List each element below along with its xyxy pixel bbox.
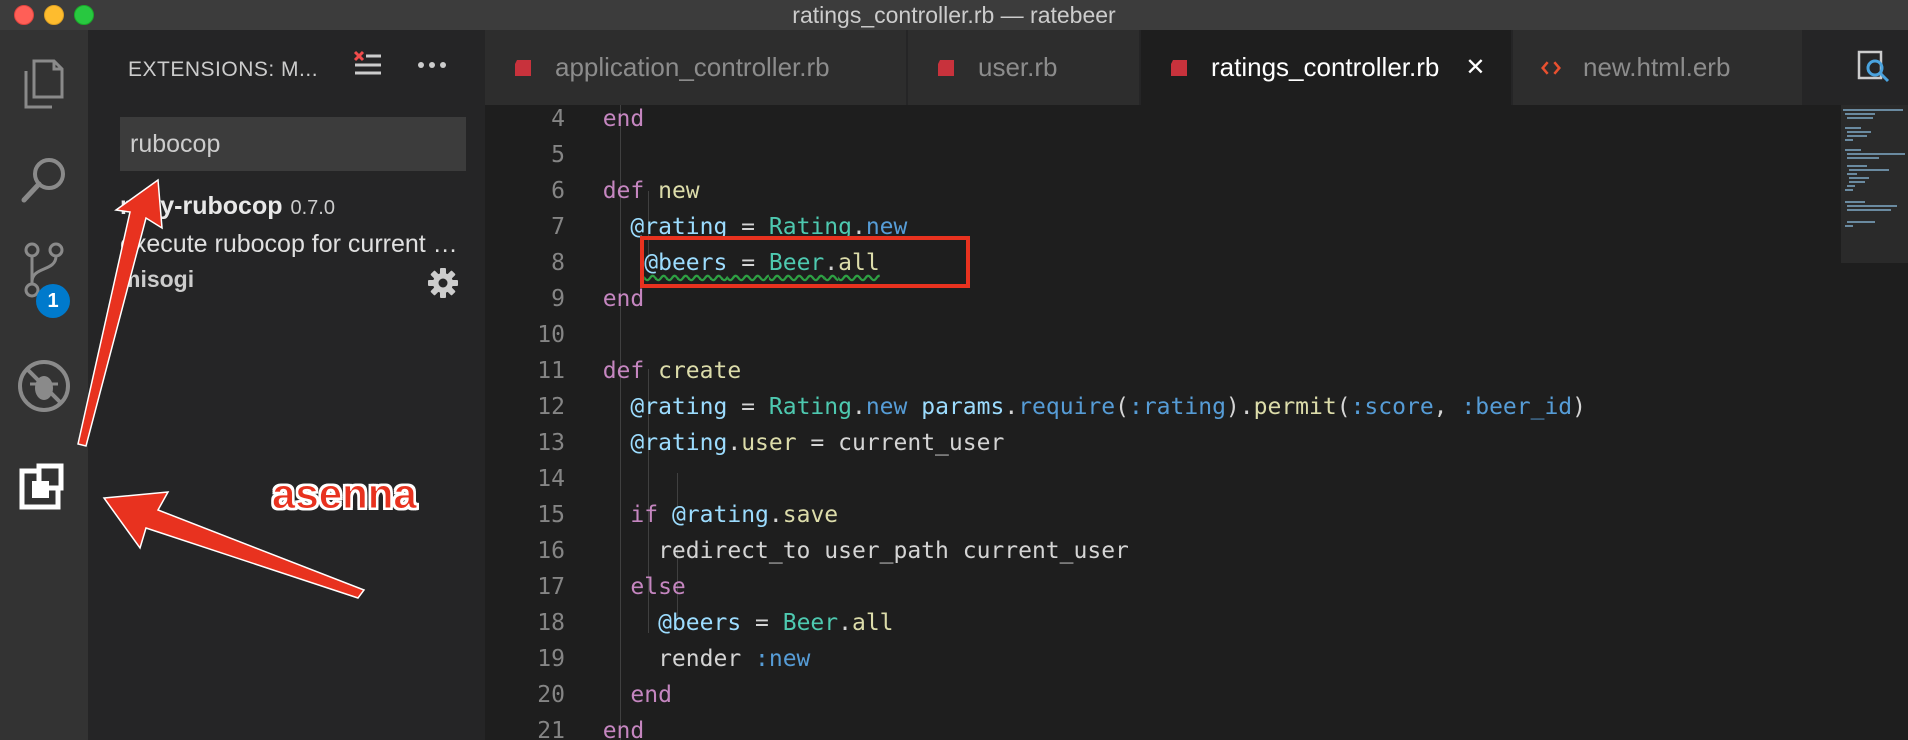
line-number: 11 (537, 358, 565, 384)
line-number: 15 (537, 502, 565, 528)
code-line: 20 end (485, 677, 1845, 713)
code-line: 21 end (485, 713, 1845, 740)
tab-label: ratings_controller.rb (1211, 52, 1440, 82)
code-line: 15 if @rating.save (485, 497, 1845, 533)
open-changes-icon[interactable] (1855, 48, 1891, 84)
ruby-file-icon (938, 59, 954, 76)
activity-bar: 1 (0, 30, 88, 740)
extension-author: misogi (120, 266, 195, 292)
code-line: 6 def new (485, 173, 1845, 209)
ruby-file-icon (1171, 59, 1187, 76)
source-control-badge: 1 (36, 284, 70, 318)
tab-label: new.html.erb (1583, 52, 1731, 82)
html-file-icon (1541, 60, 1561, 75)
code-line: 5 (485, 137, 1845, 173)
line-number: 14 (537, 466, 565, 492)
code-line: 12 @rating = Rating.new params.require(:… (485, 389, 1845, 425)
sidebar-title: EXTENSIONS: M... (128, 58, 319, 81)
line-number: 13 (537, 430, 565, 456)
line-number: 12 (537, 394, 565, 420)
code-editor[interactable]: 4 end 5 6 def new 7 @rating = Rating.new… (485, 105, 1908, 740)
sidebar-actions (353, 50, 447, 80)
annotation-label: asenna (272, 470, 418, 518)
highlight-box (640, 236, 970, 288)
line-number: 5 (551, 142, 565, 168)
close-tab-button[interactable]: ✕ (1465, 53, 1485, 82)
code-line: 11 def create (485, 353, 1845, 389)
extensions-sidebar: EXTENSIONS: M... rubocop ruby-rubocop 0.7… (88, 30, 485, 740)
extension-name: ruby-rubocop (120, 192, 283, 220)
line-number: 7 (551, 214, 565, 240)
extension-version: 0.7.0 (290, 197, 335, 219)
code-line: 14 (485, 461, 1845, 497)
line-number: 19 (537, 646, 565, 672)
line-number: 18 (537, 610, 565, 636)
editor-tab-bar: application_controller.rb user.rb rating… (485, 30, 1908, 105)
tab-application-controller[interactable]: application_controller.rb (485, 30, 907, 105)
extensions-button[interactable] (0, 448, 88, 528)
tab-label: user.rb (978, 52, 1058, 82)
explorer-button[interactable] (0, 44, 88, 124)
window-title: ratings_controller.rb — ratebeer (792, 2, 1116, 28)
extension-search-input[interactable]: rubocop (120, 117, 466, 171)
more-actions-icon[interactable] (417, 60, 447, 70)
line-number: 10 (537, 322, 565, 348)
line-number: 8 (551, 250, 565, 276)
search-button[interactable] (0, 140, 88, 220)
title-bar: ratings_controller.rb — ratebeer (0, 0, 1908, 30)
debug-icon (18, 360, 70, 412)
extensions-icon (19, 463, 64, 510)
line-number: 17 (537, 574, 565, 600)
line-number: 20 (537, 682, 565, 708)
clear-extensions-icon[interactable] (353, 50, 383, 80)
code-line: 19 render :new (485, 641, 1845, 677)
line-number: 4 (551, 106, 565, 132)
minimap[interactable] (1841, 105, 1908, 263)
code-line: 18 @beers = Beer.all (485, 605, 1845, 641)
tab-user[interactable]: user.rb (908, 30, 1140, 105)
tab-new-html-erb[interactable]: new.html.erb (1513, 30, 1803, 105)
extension-item[interactable]: ruby-rubocop 0.7.0 (120, 192, 335, 221)
extension-description: execute rubocop for current Ruby code. (120, 230, 470, 258)
code-line: 10 (485, 317, 1845, 353)
debug-button[interactable] (0, 346, 88, 426)
line-number: 21 (537, 718, 565, 740)
tab-label: application_controller.rb (555, 52, 830, 82)
ruby-file-icon (515, 59, 531, 76)
gear-icon[interactable] (428, 268, 458, 298)
search-icon (21, 158, 65, 203)
line-number: 9 (551, 286, 565, 312)
line-number: 16 (537, 538, 565, 564)
code-line: 16 redirect_to user_path current_user (485, 533, 1845, 569)
files-icon (24, 59, 64, 109)
code-line: 17 else (485, 569, 1845, 605)
source-control-button[interactable]: 1 (0, 230, 88, 318)
tab-ratings-controller[interactable]: ratings_controller.rb ✕ (1141, 30, 1512, 105)
code-line: 13 @rating.user = current_user (485, 425, 1845, 461)
line-number: 6 (551, 178, 565, 204)
code-line: 4 end (485, 105, 1845, 137)
